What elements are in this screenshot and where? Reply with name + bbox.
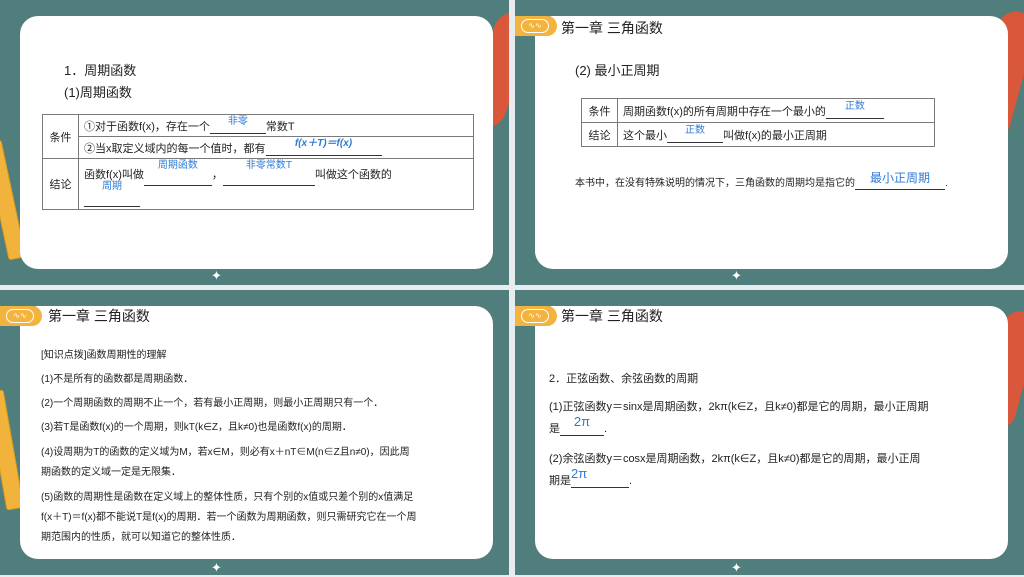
list-item: (5)函数的周期性是函数在定义域上的整体性质，只有个别的x值或只差个别的x值满足: [41, 492, 414, 503]
cell-text: ①对于函数f(x)，存在一个: [84, 120, 210, 133]
list-item: f(x＋T)＝f(x)都不能说T是f(x)的周期．若一个函数为周期函数，则只需研…: [41, 512, 417, 523]
slide-2[interactable]: ✦ (2) 最小正周期 条件 周期函数f(x)的所有周期中存在一个最小的 正数 结…: [515, 0, 1024, 285]
answer-blank: 非零常数T: [222, 160, 315, 186]
list-item: 期范围内的性质，就可以知道它的整体性质．: [41, 532, 241, 543]
answer-blank: 正数: [667, 125, 723, 143]
list-item: (2)一个周期函数的周期不止一个，若有最小正周期，则最小正周期只有一个．: [41, 398, 384, 409]
line-prefix: 是: [549, 423, 560, 435]
answer-blank: f(x＋T)＝f(x): [265, 138, 382, 156]
table-cell: 函数f(x)叫做 周期函数 ，非零常数T 叫做这个函数的 周期: [78, 158, 474, 210]
paragraph-line: 是 2π .: [549, 414, 608, 436]
slide-card: (2) 最小正周期 条件 周期函数f(x)的所有周期中存在一个最小的 正数 结论 …: [535, 16, 1008, 269]
answer-blank: 最小正周期: [855, 171, 945, 190]
slide-card: [知识点拨]函数周期性的理解 (1)不是所有的函数都是周期函数． (2)一个周期…: [20, 306, 493, 559]
answer-text: 正数: [685, 124, 705, 136]
note-text: 本书中，在没有特殊说明的情况下，三角函数的周期均是指它的 最小正周期 .: [575, 171, 948, 190]
slide-1[interactable]: ✦ 1．周期函数 (1)周期函数 条件 ①对于函数f(x)，存在一个 非零 常数T…: [0, 0, 509, 285]
answer-text: 非零: [227, 115, 248, 127]
star-icon: ✦: [731, 561, 742, 575]
cell-text: 常数T: [265, 120, 295, 133]
list-item: (4)设周期为T的函数的定义域为M，若x∈M，则必有x＋nT∈M(n∈Z且n≠0…: [41, 447, 410, 458]
table-row: 条件 周期函数f(x)的所有周期中存在一个最小的 正数: [581, 98, 935, 123]
chapter-title: 第一章 三角函数: [48, 308, 150, 324]
answer-blank: 2π: [560, 414, 604, 436]
note-suffix: .: [945, 178, 948, 189]
list-item: (3)若T是函数f(x)的一个周期，则kT(k∈Z，且k≠0)也是函数f(x)的…: [41, 422, 352, 433]
answer-text: 非零常数T: [245, 160, 292, 171]
definition-table: 条件 ①对于函数f(x)，存在一个 非零 常数T ②当x取定义域内的每一个值时，都…: [42, 114, 474, 210]
cell-text: 周期函数f(x)的所有周期中存在一个最小的: [623, 105, 826, 118]
table-row: 条件 ①对于函数f(x)，存在一个 非零 常数T: [42, 114, 474, 159]
chapter-tab: ∿∿: [515, 306, 557, 326]
section-heading: (2) 最小正周期: [575, 63, 660, 78]
slide-card: 2．正弦函数、余弦函数的周期 (1)正弦函数y＝sinx是周期函数，2kπ(k∈…: [535, 306, 1008, 559]
cell-text: ②当x取定义域内的每一个值时，都有: [84, 142, 266, 155]
logo-icon: ∿∿: [521, 309, 549, 323]
slide-card: 1．周期函数 (1)周期函数 条件 ①对于函数f(x)，存在一个 非零 常数T ②…: [20, 16, 493, 269]
line-suffix: .: [604, 423, 608, 435]
chapter-title: 第一章 三角函数: [561, 308, 663, 324]
section-heading: 2．正弦函数、余弦函数的周期: [549, 373, 699, 385]
star-icon: ✦: [211, 561, 222, 575]
answer-blank: 周期函数: [143, 160, 212, 186]
star-icon: ✦: [731, 269, 742, 284]
slide-3[interactable]: ✦ [知识点拨]函数周期性的理解 (1)不是所有的函数都是周期函数． (2)一个…: [0, 290, 509, 575]
note-prefix: 本书中，在没有特殊说明的情况下，三角函数的周期均是指它的: [575, 178, 855, 189]
list-item: 期函数的定义域一定是无限集．: [41, 467, 181, 478]
table-cell: 周期函数f(x)的所有周期中存在一个最小的 正数: [617, 98, 935, 123]
line-prefix: 期是: [549, 475, 571, 487]
answer-text: 2π: [571, 466, 588, 481]
chapter-tab: ∿∿: [0, 306, 42, 326]
table-row: 结论 这个最小 正数 叫做f(x)的最小正周期: [581, 122, 935, 147]
cell-text: 叫做这个函数的: [314, 169, 392, 181]
answer-text: 正数: [844, 100, 865, 112]
answer-blank: 正数: [825, 101, 884, 119]
chapter-tab: ∿∿: [515, 16, 557, 36]
row-label: 结论: [42, 158, 79, 210]
paragraph-line: (2)余弦函数y＝cosx是周期函数，2kπ(k∈Z，且k≠0)都是它的周期，最…: [549, 453, 921, 465]
chapter-title: 第一章 三角函数: [561, 20, 663, 36]
logo-icon: ∿∿: [6, 309, 34, 323]
answer-blank: 周期: [84, 181, 140, 207]
tips-title: [知识点拨]函数周期性的理解: [41, 350, 167, 361]
row-label: 条件: [42, 114, 79, 159]
list-item: (1)不是所有的函数都是周期函数．: [41, 374, 194, 385]
answer-blank: 非零: [209, 116, 266, 134]
star-icon: ✦: [211, 269, 222, 284]
answer-text: 2π: [573, 414, 591, 429]
table-row: 结论 函数f(x)叫做 周期函数 ，非零常数T 叫做这个函数的 周期: [42, 158, 474, 210]
line-suffix: .: [629, 475, 633, 487]
table-cell: 这个最小 正数 叫做f(x)的最小正周期: [617, 122, 935, 147]
paragraph-line: (1)正弦函数y＝sinx是周期函数，2kπ(k∈Z，且k≠0)都是它的周期，最…: [549, 401, 929, 413]
logo-icon: ∿∿: [521, 19, 549, 33]
section-heading: 1．周期函数: [64, 63, 137, 78]
slide-4[interactable]: ✦ 2．正弦函数、余弦函数的周期 (1)正弦函数y＝sinx是周期函数，2kπ(…: [515, 290, 1024, 575]
row-label: 条件: [581, 98, 618, 123]
answer-text: 周期: [102, 181, 122, 192]
cell-text: ，: [211, 169, 223, 181]
answer-text: 周期函数: [157, 160, 198, 171]
definition-table: 条件 周期函数f(x)的所有周期中存在一个最小的 正数 结论 这个最小 正数 叫做f…: [581, 98, 935, 147]
paragraph-line: 期是 2π .: [549, 466, 633, 488]
answer-blank: 2π: [571, 466, 629, 488]
row-label: 结论: [581, 122, 618, 147]
answer-text: 最小正周期: [869, 171, 930, 185]
slide-grid: ✦ 1．周期函数 (1)周期函数 条件 ①对于函数f(x)，存在一个 非零 常数T…: [0, 0, 1024, 577]
subheading: (1)周期函数: [64, 85, 132, 100]
cell-text: 这个最小: [623, 129, 667, 142]
cell-text: 叫做f(x)的最小正周期: [723, 129, 827, 142]
answer-text: f(x＋T)＝f(x): [294, 137, 353, 149]
